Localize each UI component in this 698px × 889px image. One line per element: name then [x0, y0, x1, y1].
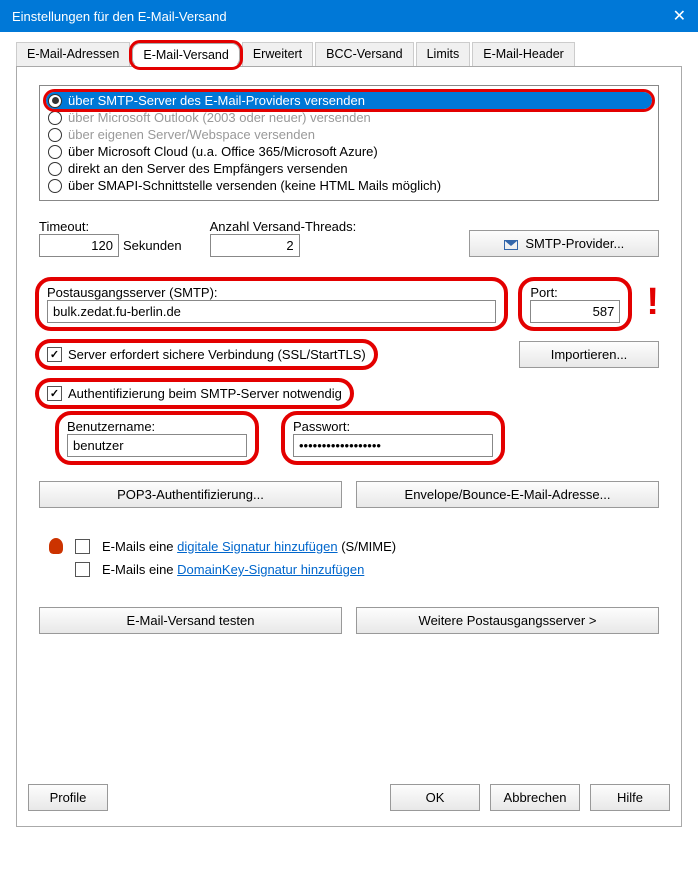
send-method-radio-4[interactable]: direkt an den Server des Empfängers vers… — [46, 160, 652, 177]
username-label: Benutzername: — [67, 419, 247, 434]
username-group: Benutzername: — [59, 415, 255, 461]
port-label: Port: — [530, 285, 620, 300]
timeout-label: Timeout: — [39, 219, 182, 234]
dialog-footer: Profile OK Abbrechen Hilfe — [28, 784, 670, 811]
smtp-server-group: Postausgangsserver (SMTP): — [39, 281, 504, 327]
send-method-group: über SMTP-Server des E-Mail-Providers ve… — [39, 85, 659, 201]
timeout-input[interactable] — [39, 234, 119, 257]
tab-bcc-versand[interactable]: BCC-Versand — [315, 42, 413, 66]
tab-erweitert[interactable]: Erweitert — [242, 42, 313, 66]
profile-button[interactable]: Profile — [28, 784, 108, 811]
ok-button[interactable]: OK — [390, 784, 480, 811]
threads-group: Anzahl Versand-Threads: — [210, 219, 357, 257]
smtp-label: Postausgangsserver (SMTP): — [47, 285, 496, 300]
tab-e-mail-adressen[interactable]: E-Mail-Adressen — [16, 42, 130, 66]
timeout-unit: Sekunden — [123, 238, 182, 253]
port-group: Port: — [522, 281, 628, 327]
password-input[interactable] — [293, 434, 493, 457]
pop3-auth-button[interactable]: POP3-Authentifizierung... — [39, 481, 342, 508]
auth-checkbox[interactable]: ✓ — [47, 386, 62, 401]
port-input[interactable] — [530, 300, 620, 323]
tab-panel: über SMTP-Server des E-Mail-Providers ve… — [16, 67, 682, 827]
ribbon-icon — [49, 538, 63, 554]
envelope-address-button[interactable]: Envelope/Bounce-E-Mail-Adresse... — [356, 481, 659, 508]
envelope-icon — [504, 240, 518, 250]
domainkey-link[interactable]: DomainKey-Signatur hinzufügen — [177, 562, 364, 577]
timeout-group: Timeout: Sekunden — [39, 219, 182, 257]
more-servers-button[interactable]: Weitere Postausgangsserver > — [356, 607, 659, 634]
tab-limits[interactable]: Limits — [416, 42, 471, 66]
tab-e-mail-versand[interactable]: E-Mail-Versand — [132, 43, 239, 67]
threads-input[interactable] — [210, 234, 300, 257]
send-method-radio-0[interactable]: über SMTP-Server des E-Mail-Providers ve… — [46, 92, 652, 109]
send-method-radio-1[interactable]: über Microsoft Outlook (2003 oder neuer)… — [46, 109, 652, 126]
window-title: Einstellungen für den E-Mail-Versand — [12, 9, 227, 24]
password-label: Passwort: — [293, 419, 493, 434]
send-method-radio-2[interactable]: über eigenen Server/Webspace versenden — [46, 126, 652, 143]
smime-link[interactable]: digitale Signatur hinzufügen — [177, 539, 337, 554]
ssl-label: Server erfordert sichere Verbindung (SSL… — [68, 347, 366, 362]
exclamation-icon: ! — [646, 281, 659, 324]
tab-bar: E-Mail-AdressenE-Mail-VersandErweitertBC… — [16, 42, 682, 67]
close-icon[interactable]: ✕ — [673, 6, 686, 26]
help-button[interactable]: Hilfe — [590, 784, 670, 811]
ssl-group[interactable]: ✓ Server erfordert sichere Verbindung (S… — [39, 343, 374, 366]
send-method-radio-3[interactable]: über Microsoft Cloud (u.a. Office 365/Mi… — [46, 143, 652, 160]
tab-e-mail-header[interactable]: E-Mail-Header — [472, 42, 575, 66]
cancel-button[interactable]: Abbrechen — [490, 784, 580, 811]
password-group: Passwort: — [285, 415, 501, 461]
smime-label: E-Mails eine digitale Signatur hinzufüge… — [102, 539, 396, 554]
import-button[interactable]: Importieren... — [519, 341, 659, 368]
send-method-radio-5[interactable]: über SMAPI-Schnittstelle versenden (kein… — [46, 177, 652, 194]
domainkey-checkbox[interactable] — [75, 562, 90, 577]
domainkey-label: E-Mails eine DomainKey-Signatur hinzufüg… — [102, 562, 364, 577]
ssl-checkbox[interactable]: ✓ — [47, 347, 62, 362]
smtp-provider-button[interactable]: SMTP-Provider... — [469, 230, 659, 257]
titlebar: Einstellungen für den E-Mail-Versand ✕ — [0, 0, 698, 32]
auth-label: Authentifizierung beim SMTP-Server notwe… — [68, 386, 342, 401]
username-input[interactable] — [67, 434, 247, 457]
smtp-input[interactable] — [47, 300, 496, 323]
smime-checkbox[interactable] — [75, 539, 90, 554]
threads-label: Anzahl Versand-Threads: — [210, 219, 357, 234]
auth-group[interactable]: ✓ Authentifizierung beim SMTP-Server not… — [39, 382, 350, 405]
test-send-button[interactable]: E-Mail-Versand testen — [39, 607, 342, 634]
